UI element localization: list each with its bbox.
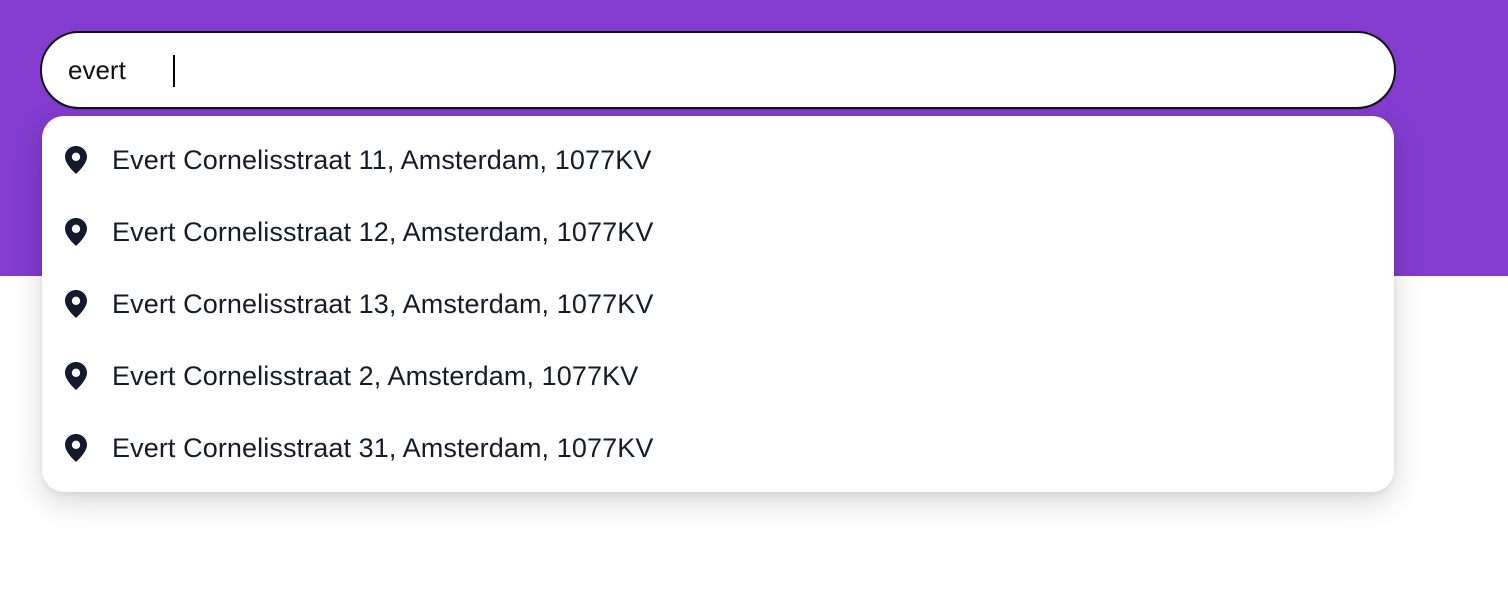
suggestion-label: Evert Cornelisstraat 13, Amsterdam, 1077… xyxy=(112,288,654,319)
suggestion-item[interactable]: Evert Cornelisstraat 12, Amsterdam, 1077… xyxy=(42,196,1394,268)
map-pin-icon xyxy=(64,217,88,247)
page: Evert Cornelisstraat 11, Amsterdam, 1077… xyxy=(0,0,1508,590)
suggestion-item[interactable]: Evert Cornelisstraat 11, Amsterdam, 1077… xyxy=(42,124,1394,196)
suggestion-label: Evert Cornelisstraat 12, Amsterdam, 1077… xyxy=(112,216,654,247)
suggestion-item[interactable]: Evert Cornelisstraat 31, Amsterdam, 1077… xyxy=(42,412,1394,484)
suggestion-item[interactable]: Evert Cornelisstraat 13, Amsterdam, 1077… xyxy=(42,268,1394,340)
map-pin-icon xyxy=(64,145,88,175)
suggestions-dropdown: Evert Cornelisstraat 11, Amsterdam, 1077… xyxy=(42,116,1394,492)
suggestion-label: Evert Cornelisstraat 31, Amsterdam, 1077… xyxy=(112,432,654,463)
address-search-input[interactable] xyxy=(40,31,1396,109)
search-box xyxy=(40,31,1396,109)
text-caret xyxy=(173,55,175,87)
suggestion-label: Evert Cornelisstraat 11, Amsterdam, 1077… xyxy=(112,144,652,175)
map-pin-icon xyxy=(64,433,88,463)
map-pin-icon xyxy=(64,361,88,391)
suggestion-label: Evert Cornelisstraat 2, Amsterdam, 1077K… xyxy=(112,360,639,391)
map-pin-icon xyxy=(64,289,88,319)
suggestion-item[interactable]: Evert Cornelisstraat 2, Amsterdam, 1077K… xyxy=(42,340,1394,412)
